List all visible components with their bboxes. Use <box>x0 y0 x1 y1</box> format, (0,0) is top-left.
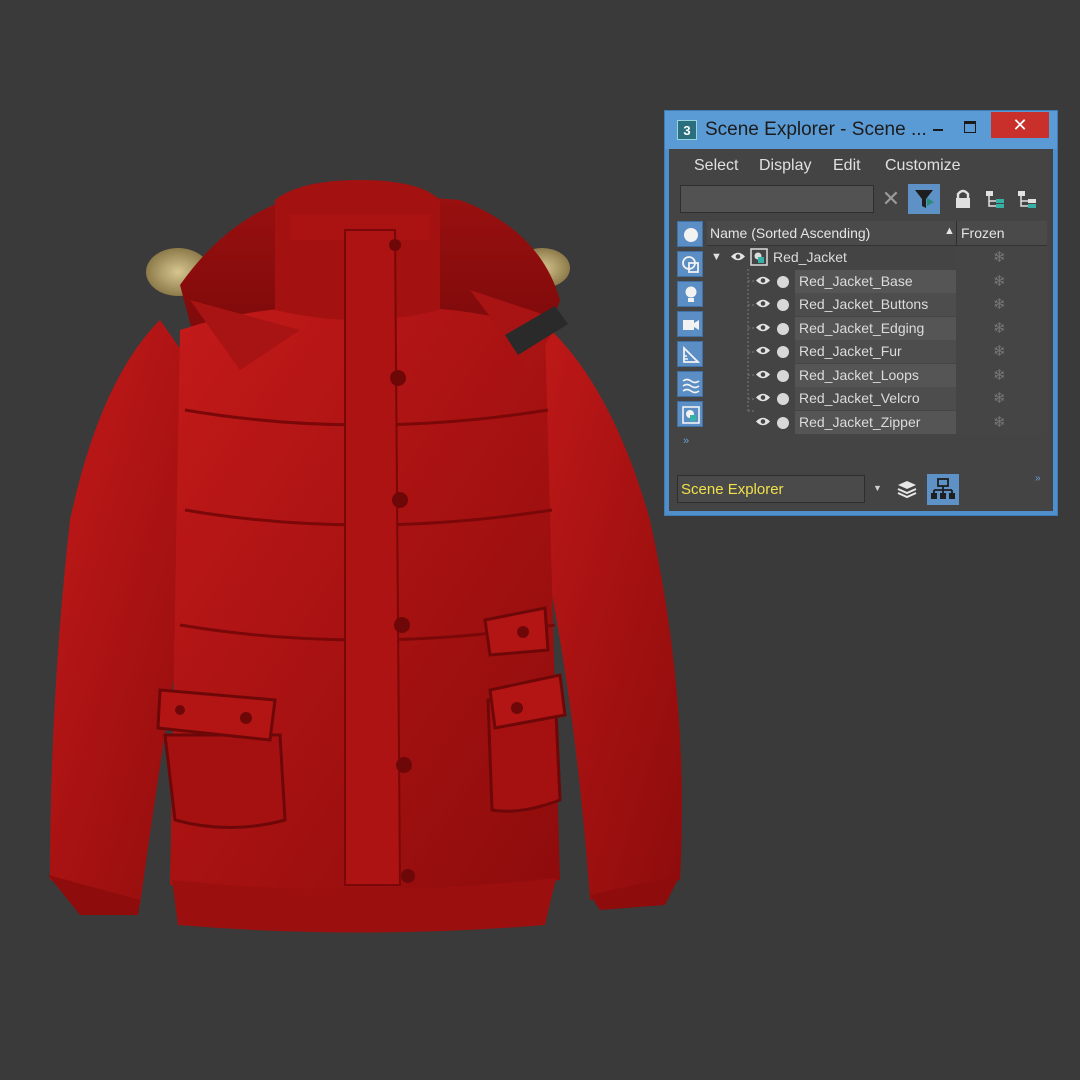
column-divider[interactable] <box>956 221 957 245</box>
group-object-icon <box>750 248 768 266</box>
geometry-object-icon <box>777 323 789 335</box>
visibility-eye-icon[interactable] <box>755 369 771 380</box>
frozen-toggle-icon[interactable]: ❄ <box>993 272 1006 290</box>
tree-item-label: Red_Jacket_Edging <box>799 320 925 336</box>
tree-row[interactable]: Red_Jacket_Fur ❄ <box>707 340 1047 363</box>
visibility-eye-icon[interactable] <box>755 345 771 356</box>
toolbar: ✕ <box>669 183 1053 217</box>
expand-toolbar-icon[interactable]: » <box>683 435 689 447</box>
scene-explorer-window[interactable]: 3 Scene Explorer - Scene ... ✕ Select Di… <box>664 110 1058 516</box>
tree-item-label: Red_Jacket_Base <box>799 273 913 289</box>
clear-search-icon[interactable]: ✕ <box>880 186 902 212</box>
explorer-dropdown[interactable]: Scene Explorer <box>677 475 865 503</box>
column-frozen-header[interactable]: Frozen <box>961 225 1005 241</box>
sort-ascending-icon: ▲ <box>944 225 955 237</box>
menu-customize[interactable]: Customize <box>885 157 961 175</box>
geometry-object-icon <box>777 370 789 382</box>
hierarchy-collapse-icon[interactable] <box>1015 187 1039 211</box>
minimize-button[interactable] <box>927 115 951 143</box>
geometry-object-icon <box>777 346 789 358</box>
cameras-icon[interactable] <box>677 311 703 337</box>
tree-row[interactable]: Red_Jacket_Buttons ❄ <box>707 293 1047 316</box>
visibility-eye-icon[interactable] <box>730 251 746 262</box>
sort-by-layer-icon[interactable] <box>893 476 921 504</box>
frozen-toggle-icon[interactable]: ❄ <box>993 389 1006 407</box>
jacket-model <box>48 180 682 933</box>
frozen-toggle-icon[interactable]: ❄ <box>993 295 1006 313</box>
tree-row[interactable]: Red_Jacket_Loops ❄ <box>707 364 1047 387</box>
geometry-icon[interactable] <box>677 221 703 247</box>
tree-row[interactable]: Red_Jacket_Edging ❄ <box>707 317 1047 340</box>
frozen-toggle-icon[interactable]: ❄ <box>993 248 1006 266</box>
window-title: Scene Explorer - Scene ... <box>705 119 927 140</box>
filter-icon[interactable] <box>908 184 940 214</box>
tree-item-label: Red_Jacket_Velcro <box>799 390 920 406</box>
app-icon: 3 <box>677 120 697 140</box>
menu-bar: Select Display Edit Customize <box>669 149 1053 183</box>
scene-explorer-body: Select Display Edit Customize ✕ » Name (… <box>669 149 1053 511</box>
dropdown-arrow-icon[interactable]: ▼ <box>873 483 882 493</box>
menu-display[interactable]: Display <box>759 157 811 175</box>
visibility-eye-icon[interactable] <box>755 298 771 309</box>
frozen-toggle-icon[interactable]: ❄ <box>993 342 1006 360</box>
visibility-eye-icon[interactable] <box>755 322 771 333</box>
space-warps-icon[interactable] <box>677 371 703 397</box>
title-bar[interactable]: 3 Scene Explorer - Scene ... ✕ <box>665 111 1057 149</box>
geometry-object-icon <box>777 417 789 429</box>
explorer-dropdown-value: Scene Explorer <box>681 481 784 498</box>
tree-item-label: Red_Jacket <box>773 249 847 265</box>
menu-select[interactable]: Select <box>694 157 738 175</box>
close-button[interactable]: ✕ <box>991 112 1049 138</box>
tree-item-label: Red_Jacket_Fur <box>799 343 902 359</box>
search-input[interactable] <box>680 185 874 213</box>
visibility-eye-icon[interactable] <box>755 392 771 403</box>
tree-row[interactable]: Red_Jacket_Base ❄ <box>707 270 1047 293</box>
helpers-icon[interactable] <box>677 341 703 367</box>
visibility-eye-icon[interactable] <box>755 275 771 286</box>
geometry-object-icon <box>777 276 789 288</box>
tree-row-root[interactable]: ▼ Red_Jacket ❄ <box>707 246 1047 269</box>
tree-row[interactable]: Red_Jacket_Velcro ❄ <box>707 387 1047 410</box>
bottom-bar: Scene Explorer ▼ » <box>677 473 1053 507</box>
visibility-eye-icon[interactable] <box>755 416 771 427</box>
hierarchy-expand-icon[interactable] <box>983 187 1007 211</box>
frozen-toggle-icon[interactable]: ❄ <box>993 413 1006 431</box>
geometry-object-icon <box>777 393 789 405</box>
lights-icon[interactable] <box>677 281 703 307</box>
tree-row[interactable]: Red_Jacket_Zipper ❄ <box>707 411 1047 434</box>
collapse-arrow-icon[interactable]: ▼ <box>711 251 722 263</box>
maximize-button[interactable] <box>959 115 983 143</box>
sort-by-hierarchy-icon[interactable] <box>927 474 959 505</box>
shapes-icon[interactable] <box>677 251 703 277</box>
frozen-toggle-icon[interactable]: ❄ <box>993 319 1006 337</box>
frozen-toggle-icon[interactable]: ❄ <box>993 366 1006 384</box>
tree-item-label: Red_Jacket_Zipper <box>799 414 921 430</box>
lock-icon[interactable] <box>952 187 974 211</box>
tree-item-label: Red_Jacket_Loops <box>799 367 919 383</box>
menu-edit[interactable]: Edit <box>833 157 861 175</box>
geometry-object-icon <box>777 299 789 311</box>
tree-item-label: Red_Jacket_Buttons <box>799 296 929 312</box>
groups-icon[interactable] <box>677 401 703 427</box>
expand-panel-icon[interactable]: » <box>1035 473 1041 484</box>
